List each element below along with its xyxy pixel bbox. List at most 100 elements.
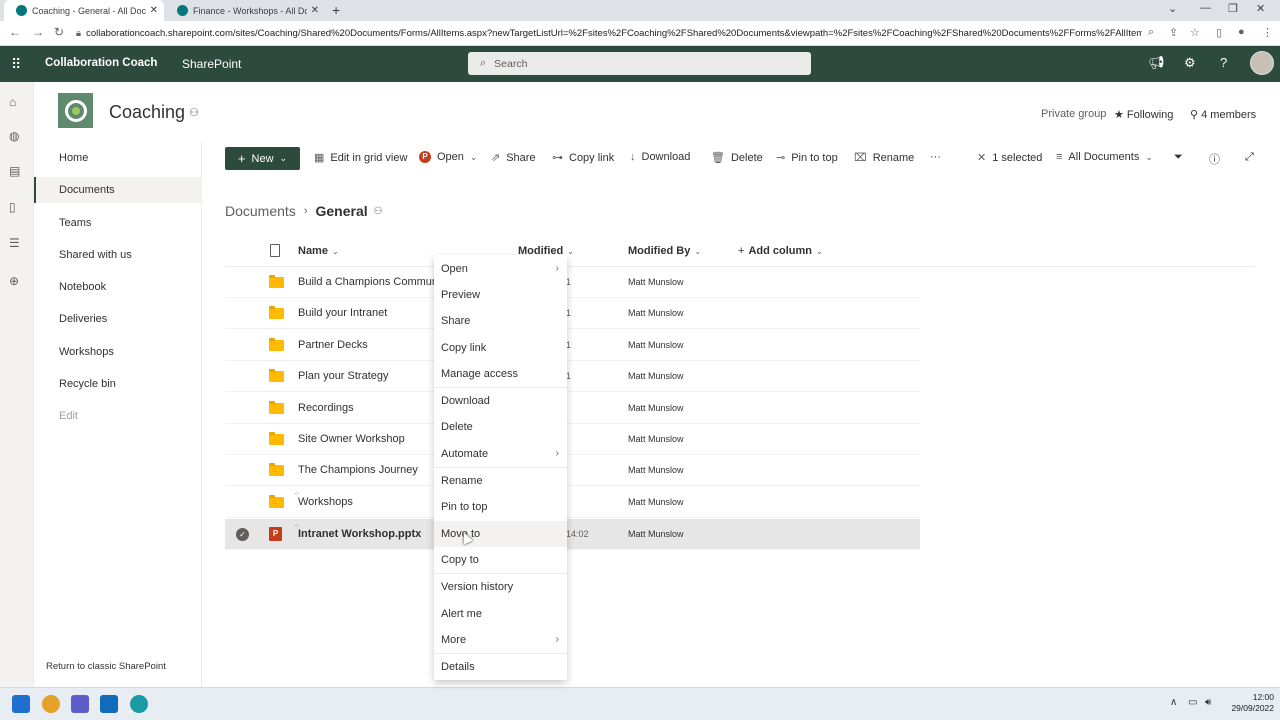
file-type-column-icon[interactable] [270,244,280,257]
expand-icon[interactable]: ⤢ [1245,151,1254,164]
copy-link-button[interactable]: ⊶ Copy link [552,151,614,165]
share-page-icon[interactable]: ⇪ [1169,26,1178,39]
open-button[interactable]: P Open ⌄ [419,151,477,163]
nav-edit-link[interactable]: Edit [34,403,202,429]
modified-by[interactable]: Matt Munslow [628,277,684,287]
table-row[interactable]: Recordings Matt Munslow [225,393,920,424]
modified-by[interactable]: Matt Munslow [628,403,684,413]
menu-item-manage-access[interactable]: Manage access [434,361,567,387]
list-icon[interactable]: ☰ [9,236,20,250]
edge-icon[interactable] [130,695,148,713]
chevron-up-icon[interactable]: ∧ [1170,697,1177,708]
members-button[interactable]: ⚲ 4 members [1190,108,1256,121]
file-name[interactable]: Build a Champions Community [298,276,449,288]
menu-item-automate[interactable]: Automate › [434,441,567,467]
column-header-modified-by[interactable]: Modified By ⌄ [628,245,701,257]
back-icon[interactable]: ← [9,25,21,39]
nav-item-teams[interactable]: Teams [34,210,202,236]
modified-by[interactable]: Matt Munslow [628,529,684,539]
modified-by[interactable]: Matt Munslow [628,434,684,444]
site-logo[interactable] [58,93,93,128]
modified-by[interactable]: Matt Munslow [628,465,684,475]
checkmark-icon[interactable]: ✓ [236,528,249,541]
table-row[interactable]: ⁘ Workshops Matt Munslow [225,487,920,518]
restore-icon[interactable]: ❐ [1228,2,1238,15]
app-name[interactable]: SharePoint [182,57,241,71]
nav-item-shared-with-us[interactable]: Shared with us [34,242,202,268]
news-icon[interactable]: ▤ [9,164,20,178]
delete-button[interactable]: 🗑︎ Delete [711,151,763,165]
menu-item-download[interactable]: Download [434,388,567,414]
chrome-icon[interactable] [42,695,60,713]
menu-item-alert-me[interactable]: Alert me [434,601,567,627]
new-tab-icon[interactable]: + [332,2,340,18]
url-field[interactable]: 🔒︎ collaborationcoach.sharepoint.com/site… [76,25,1142,42]
reload-icon[interactable]: ↻ [54,25,64,39]
modified-by[interactable]: Matt Munslow [628,497,684,507]
download-button[interactable]: ↓ Download [630,151,690,163]
nav-item-workshops[interactable]: Workshops [34,339,202,365]
view-selector[interactable]: ≡ All Documents ⌄ [1056,151,1153,163]
zoom-icon[interactable]: ⌕ [1148,26,1154,39]
filter-icon[interactable]: ⏷ [1174,151,1183,164]
avatar[interactable] [1250,51,1274,75]
create-icon[interactable]: ⊕ [9,274,19,288]
menu-item-more[interactable]: More › [434,627,567,653]
teams-icon[interactable]: ⚇ [189,106,199,119]
home-icon[interactable]: ⌂ [9,95,16,109]
file-name[interactable]: Workshops [298,496,353,508]
profile-icon[interactable]: ● [1238,26,1245,38]
modified-by[interactable]: Matt Munslow [628,340,684,350]
menu-item-preview[interactable]: Preview [434,282,567,308]
file-name[interactable]: The Champions Journey [298,464,418,476]
file-name[interactable]: Recordings [298,402,354,414]
nav-item-documents[interactable]: Documents [34,177,202,203]
system-clock[interactable]: 12:00 29/09/2022 [1222,692,1274,714]
windows-start-icon[interactable] [12,695,30,713]
more-commands-button[interactable]: ··· [930,151,941,163]
file-name[interactable]: Site Owner Workshop [298,433,405,445]
menu-item-copy-link[interactable]: Copy link [434,335,567,361]
modified-by[interactable]: Matt Munslow [628,371,684,381]
outlook-icon[interactable] [100,695,118,713]
following-button[interactable]: ★ Following [1114,108,1173,121]
close-window-icon[interactable]: ✕ [1256,2,1265,15]
network-icon[interactable]: ▭ [1188,697,1197,708]
table-row[interactable]: Build a Champions Community 1 Matt Munsl… [225,267,920,298]
menu-item-share[interactable]: Share [434,308,567,334]
pin-to-top-button[interactable]: ⊸ Pin to top [776,151,838,165]
minimize-icon[interactable]: — [1200,2,1211,14]
sidepanel-icon[interactable]: ▯ [1216,26,1222,39]
edit-grid-button[interactable]: ▦ Edit in grid view [314,151,407,165]
gear-icon[interactable]: ⚙ [1184,55,1196,71]
table-row[interactable]: Partner Decks 1 Matt Munslow [225,330,920,361]
share-button[interactable]: ⇗ Share [491,151,536,165]
megaphone-icon[interactable]: 📢︎ [1148,55,1165,71]
selection-count[interactable]: ✕ 1 selected [977,151,1042,165]
return-classic-link[interactable]: Return to classic SharePoint [46,661,166,672]
search-box[interactable]: ⌕ Search [468,52,811,75]
teams-app-icon[interactable] [71,695,89,713]
globe-icon[interactable]: ◍ [9,129,19,143]
browser-tab-coaching[interactable]: Coaching - General - All Docume ✕ [4,0,164,21]
file-icon[interactable]: ▯ [9,200,16,214]
table-row[interactable]: Plan your Strategy 1 Matt Munslow [225,361,920,392]
nav-item-home[interactable]: Home [34,145,202,171]
table-row[interactable]: Site Owner Workshop Matt Munslow [225,424,920,455]
tab-search-icon[interactable]: ⌄ [1168,2,1177,15]
new-button[interactable]: + New ⌄ [225,147,300,170]
forward-icon[interactable]: → [32,25,44,39]
bookmark-star-icon[interactable]: ☆ [1190,26,1200,39]
column-header-name[interactable]: Name ⌄ [298,245,339,257]
info-icon[interactable]: ⓘ [1209,151,1220,167]
nav-item-notebook[interactable]: Notebook [34,274,202,300]
file-name[interactable]: Partner Decks [298,339,368,351]
browser-menu-icon[interactable]: ⋮ [1262,26,1273,39]
nav-item-recycle-bin[interactable]: Recycle bin [34,371,202,397]
rename-button[interactable]: ⌧ Rename [854,151,914,165]
menu-item-delete[interactable]: Delete [434,414,567,440]
menu-item-pin-to-top[interactable]: Pin to top [434,494,567,520]
volume-icon[interactable]: 🔊︎ [1205,697,1211,708]
breadcrumb-current[interactable]: General [315,203,367,219]
org-name[interactable]: Collaboration Coach [45,57,157,69]
